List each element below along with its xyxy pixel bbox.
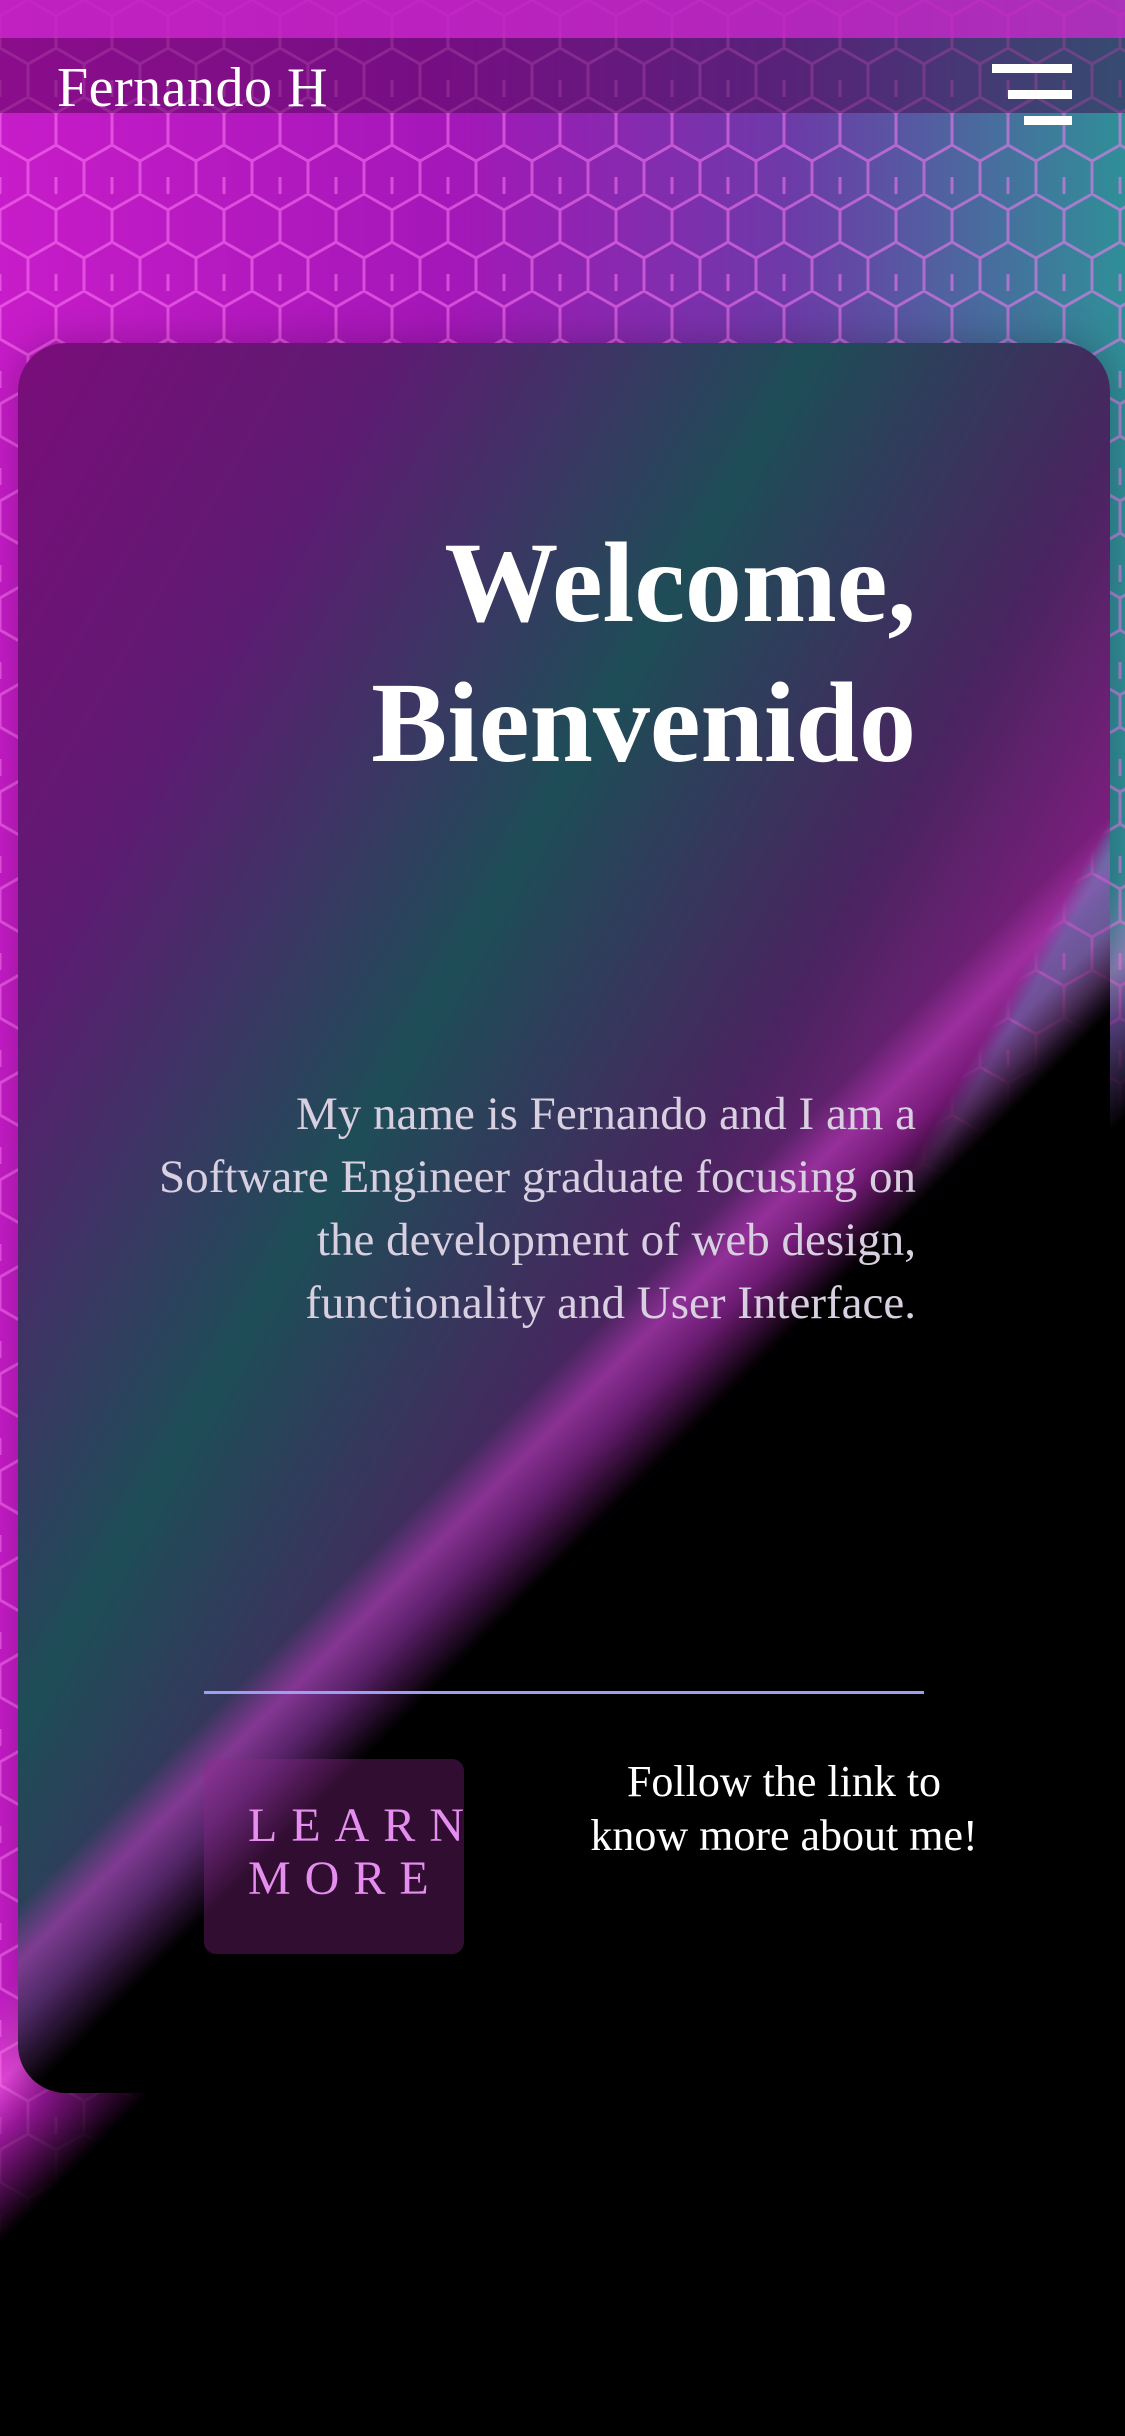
hero-title-line-1: Welcome, (444, 519, 916, 646)
menu-line (992, 64, 1072, 73)
intro-paragraph: My name is Fernando and I am a Software … (159, 1088, 916, 1329)
menu-line (1008, 90, 1072, 99)
divider-line (204, 1691, 924, 1694)
learn-more-label-line-2: MORE (248, 1852, 443, 1905)
learn-more-button[interactable]: LEARN MORE (204, 1759, 464, 1954)
learn-more-label-line-1: LEARN (248, 1799, 478, 1852)
hero-title: Welcome, Bienvenido (216, 513, 916, 793)
page: Fernando H Welcome, Bienvenido My name i… (0, 0, 1125, 2436)
brand-name[interactable]: Fernando H (57, 60, 328, 116)
hamburger-menu-icon[interactable] (990, 64, 1074, 128)
hero-title-line-2: Bienvenido (371, 659, 916, 786)
top-nav-bar: Fernando H (0, 0, 1125, 125)
follow-link-text: Follow the link to know more about me! (590, 1757, 978, 1860)
menu-line (1024, 116, 1072, 125)
hero-card: Welcome, Bienvenido My name is Fernando … (18, 343, 1110, 2093)
